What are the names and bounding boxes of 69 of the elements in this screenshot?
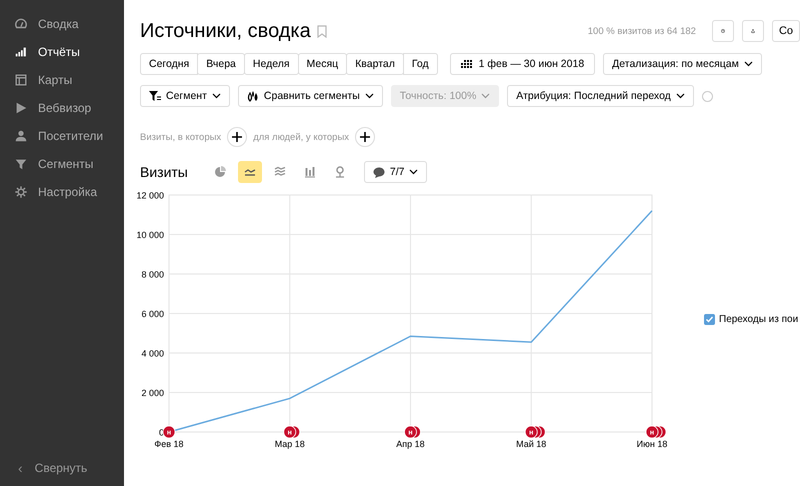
page-title: Источники, сводка	[140, 20, 311, 42]
sidebar-item[interactable]: Отчёты	[0, 38, 124, 66]
legend-label: Переходы из пои	[719, 314, 798, 325]
period-tab[interactable]: Месяц	[298, 53, 348, 75]
y-tick-label: 6 000	[141, 309, 164, 319]
caret-icon	[676, 93, 685, 99]
chart-type-button[interactable]	[238, 161, 262, 183]
speech-bubble-icon	[372, 166, 385, 178]
period-tab[interactable]: Неделя	[244, 53, 299, 75]
drops-icon	[246, 90, 259, 102]
person-icon	[14, 129, 28, 143]
add-condition-button[interactable]	[227, 127, 248, 147]
period-tab[interactable]: Сегодня	[140, 53, 198, 75]
add-condition-button[interactable]	[355, 127, 376, 147]
period-tab[interactable]: Вчера	[197, 53, 245, 75]
sidebar-item[interactable]: Вебвизор	[0, 94, 124, 122]
caret-icon	[212, 93, 221, 99]
condition-label: Визиты, в которых	[140, 132, 222, 142]
x-tick-label: Июн 18	[636, 439, 668, 449]
sidebar-item[interactable]: Посетители	[0, 122, 124, 150]
play-icon	[14, 101, 28, 115]
collapse-link[interactable]: Свернуть	[34, 461, 88, 475]
caret-icon	[409, 169, 418, 175]
collapse-icon[interactable]: ‹	[18, 460, 23, 476]
layout-icon	[14, 73, 28, 87]
date-range-button[interactable]: 1 фев — 30 июн 2018	[450, 53, 596, 75]
help-icon[interactable]	[702, 90, 713, 102]
y-tick-label: 8 000	[141, 270, 164, 280]
compare-dropdown[interactable]: Сравнить сегменты	[238, 85, 383, 107]
caret-icon	[481, 93, 490, 99]
detail-dropdown[interactable]: Детализация: по месяцам	[603, 53, 762, 75]
caret-icon	[744, 61, 753, 67]
bookmark-icon[interactable]	[316, 24, 327, 38]
chart-title: Визиты	[140, 164, 188, 180]
filter-icon	[14, 157, 28, 171]
segment-dropdown[interactable]: Сегмент	[140, 85, 230, 107]
condition-label: для людей, у которых	[253, 132, 350, 142]
caret-icon	[364, 93, 374, 99]
x-tick-label: Мар 18	[274, 439, 305, 449]
history-button[interactable]	[712, 20, 734, 42]
legend-checkbox[interactable]	[704, 314, 715, 325]
y-tick-label: 10 000	[136, 230, 164, 240]
x-tick-label: Апр 18	[396, 439, 425, 449]
save-button[interactable]: Со	[772, 20, 800, 42]
x-tick-label: Май 18	[516, 439, 546, 449]
filter-icon	[149, 91, 161, 101]
gauge-icon	[14, 17, 28, 31]
sidebar-item[interactable]: Настройка	[0, 178, 124, 206]
notes-dropdown[interactable]: 7/7	[364, 161, 428, 183]
y-tick-label: 2 000	[141, 388, 164, 398]
sidebar-item[interactable]: Сводка	[0, 10, 124, 38]
period-tab[interactable]: Год	[402, 53, 438, 75]
settings-icon	[14, 185, 28, 199]
x-tick-label: Фев 18	[154, 439, 184, 449]
area-chart-icon	[274, 166, 286, 178]
sample-info: 100 % визитов из 64 182	[588, 26, 696, 36]
period-tab[interactable]: Квартал	[346, 53, 404, 75]
plus-icon	[232, 132, 242, 142]
sidebar-item[interactable]: Карты	[0, 66, 124, 94]
filter-dropdown[interactable]: Атрибуция: Последний переход	[507, 85, 694, 107]
y-tick-label: 4 000	[141, 348, 164, 358]
plus-icon	[360, 132, 370, 142]
bar-chart-icon	[304, 166, 316, 178]
map-pin-icon	[334, 166, 346, 178]
sidebar-item[interactable]: Сегменты	[0, 150, 124, 178]
y-tick-label: 12 000	[136, 190, 164, 200]
pie-chart-icon	[214, 166, 226, 178]
calendar-icon	[460, 59, 474, 69]
bar-chart-icon	[14, 45, 28, 59]
